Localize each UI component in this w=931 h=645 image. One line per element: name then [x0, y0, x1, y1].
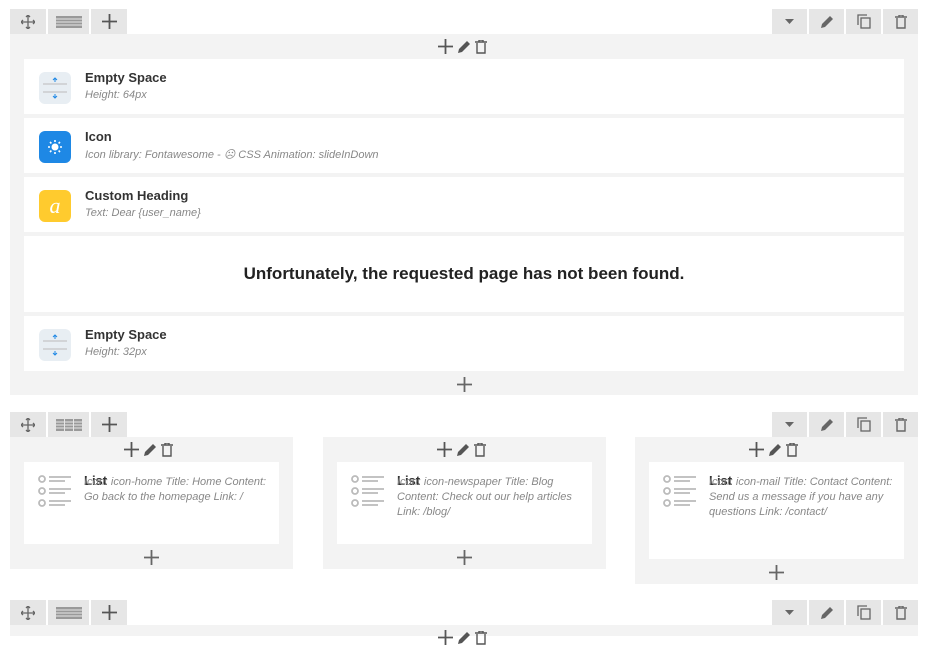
- row1-toggle-button[interactable]: [772, 9, 807, 34]
- element-description-text: Icon: icon-newspaper Title: Blog Content…: [397, 476, 572, 518]
- plus-icon[interactable]: [124, 442, 139, 457]
- add-element-plus-icon[interactable]: [769, 565, 784, 580]
- row2-layout-button[interactable]: [48, 412, 89, 437]
- caret-down-icon: [785, 422, 794, 427]
- row2-add-column-button[interactable]: [91, 412, 127, 437]
- trash-icon: [894, 605, 907, 620]
- row1-clone-button[interactable]: [846, 9, 881, 34]
- row3-toggle-button[interactable]: [772, 600, 807, 625]
- row3-add-column-button[interactable]: [91, 600, 127, 625]
- plus-icon[interactable]: [438, 39, 453, 54]
- element-title: Empty Space: [85, 70, 167, 85]
- trash-icon: [894, 417, 907, 432]
- column-tools: [749, 442, 798, 457]
- move-icon: [21, 417, 35, 432]
- row1-delete-button[interactable]: [883, 9, 918, 34]
- pencil-icon[interactable]: [768, 443, 782, 457]
- row1-column: Empty Space Height: 64px Icon Icon libra…: [10, 34, 918, 395]
- clone-icon: [856, 14, 871, 29]
- element-custom-heading[interactable]: a Custom Heading Text: Dear {user_name}: [24, 177, 904, 232]
- row1-add-column-button[interactable]: [91, 9, 127, 34]
- column-tools: [437, 442, 486, 457]
- trash-icon[interactable]: [474, 442, 486, 457]
- element-description-text: Icon: icon-mail Title: Contact Content: …: [709, 476, 893, 518]
- column-tools: [438, 39, 487, 54]
- trash-icon[interactable]: [475, 39, 487, 54]
- custom-heading-icon: a: [39, 190, 71, 222]
- pencil-icon: [820, 418, 833, 431]
- row3-edit-button[interactable]: [809, 600, 844, 625]
- plus-icon[interactable]: [437, 442, 452, 457]
- move-icon: [21, 605, 35, 620]
- not-found-heading: Unfortunately, the requested page has no…: [243, 264, 685, 283]
- element-subtitle: Text: Dear {user_name}: [85, 207, 201, 219]
- row1-layout-button[interactable]: [48, 9, 89, 34]
- pencil-icon[interactable]: [457, 631, 471, 645]
- layout-icon: [55, 15, 82, 28]
- element-subtitle: Icon library: Fontawesome - ☹ CSS Animat…: [85, 149, 379, 161]
- column-tools: [124, 442, 173, 457]
- add-element-plus-icon[interactable]: [457, 377, 472, 392]
- row2-column-2: List Icon: icon-newspaper Title: Blog Co…: [323, 437, 606, 569]
- plus-icon: [101, 417, 117, 432]
- icon-element-icon: [39, 131, 71, 163]
- column-tools: [438, 630, 487, 645]
- pencil-icon: [820, 606, 833, 619]
- row2-delete-button[interactable]: [883, 412, 918, 437]
- element-subtitle: Height: 64px: [85, 89, 147, 101]
- element-description: Icon: icon-home Title: Home Content: Go …: [35, 475, 269, 517]
- element-title: Custom Heading: [85, 188, 189, 203]
- empty-space-icon: [39, 329, 71, 361]
- row2-toggle-button[interactable]: [772, 412, 807, 437]
- row3-clone-button[interactable]: [846, 600, 881, 625]
- trash-icon: [894, 14, 907, 29]
- element-empty-space[interactable]: Empty Space Height: 64px: [24, 59, 904, 114]
- element-list[interactable]: List Icon: icon-newspaper Title: Blog Co…: [337, 462, 592, 544]
- trash-icon[interactable]: [161, 442, 173, 457]
- caret-down-icon: [785, 610, 794, 615]
- element-icon[interactable]: Icon Icon library: Fontawesome - ☹ CSS A…: [24, 118, 904, 173]
- row1-move-handle[interactable]: [10, 9, 46, 34]
- pencil-icon[interactable]: [456, 443, 470, 457]
- trash-icon[interactable]: [475, 630, 487, 645]
- row2-column-3: List Icon: icon-mail Title: Contact Cont…: [635, 437, 918, 584]
- row3-column: [10, 625, 918, 645]
- element-title: Icon: [85, 129, 112, 144]
- element-list[interactable]: List Icon: icon-mail Title: Contact Cont…: [649, 462, 904, 559]
- pencil-icon[interactable]: [457, 40, 471, 54]
- caret-down-icon: [785, 19, 794, 24]
- layout-icon: [55, 606, 82, 619]
- row2-edit-button[interactable]: [809, 412, 844, 437]
- add-element-plus-icon[interactable]: [457, 550, 472, 565]
- row3-move-handle[interactable]: [10, 600, 46, 625]
- clone-icon: [856, 417, 871, 432]
- plus-icon[interactable]: [438, 630, 453, 645]
- plus-icon: [101, 605, 117, 620]
- svg-text:a: a: [50, 193, 61, 218]
- element-list[interactable]: List Icon: icon-home Title: Home Content…: [24, 462, 279, 544]
- element-description: Icon: icon-newspaper Title: Blog Content…: [348, 475, 582, 520]
- element-description-text: Icon: icon-home Title: Home Content: Go …: [84, 476, 267, 503]
- row2-column-1: List Icon: icon-home Title: Home Content…: [10, 437, 293, 569]
- element-empty-space[interactable]: Empty Space Height: 32px: [24, 316, 904, 371]
- row2-clone-button[interactable]: [846, 412, 881, 437]
- move-icon: [21, 14, 35, 29]
- layout-three-columns-icon: [55, 418, 82, 431]
- row1-edit-button[interactable]: [809, 9, 844, 34]
- pencil-icon: [820, 15, 833, 28]
- element-text-block[interactable]: Unfortunately, the requested page has no…: [24, 236, 904, 312]
- plus-icon[interactable]: [749, 442, 764, 457]
- empty-space-icon: [39, 72, 71, 104]
- element-title: Empty Space: [85, 327, 167, 342]
- element-description: Icon: icon-mail Title: Contact Content: …: [660, 475, 894, 520]
- pencil-icon[interactable]: [143, 443, 157, 457]
- row2-move-handle[interactable]: [10, 412, 46, 437]
- element-subtitle: Height: 32px: [85, 346, 147, 358]
- plus-icon: [101, 14, 117, 29]
- trash-icon[interactable]: [786, 442, 798, 457]
- clone-icon: [856, 605, 871, 620]
- row3-delete-button[interactable]: [883, 600, 918, 625]
- row3-layout-button[interactable]: [48, 600, 89, 625]
- add-element-plus-icon[interactable]: [144, 550, 159, 565]
